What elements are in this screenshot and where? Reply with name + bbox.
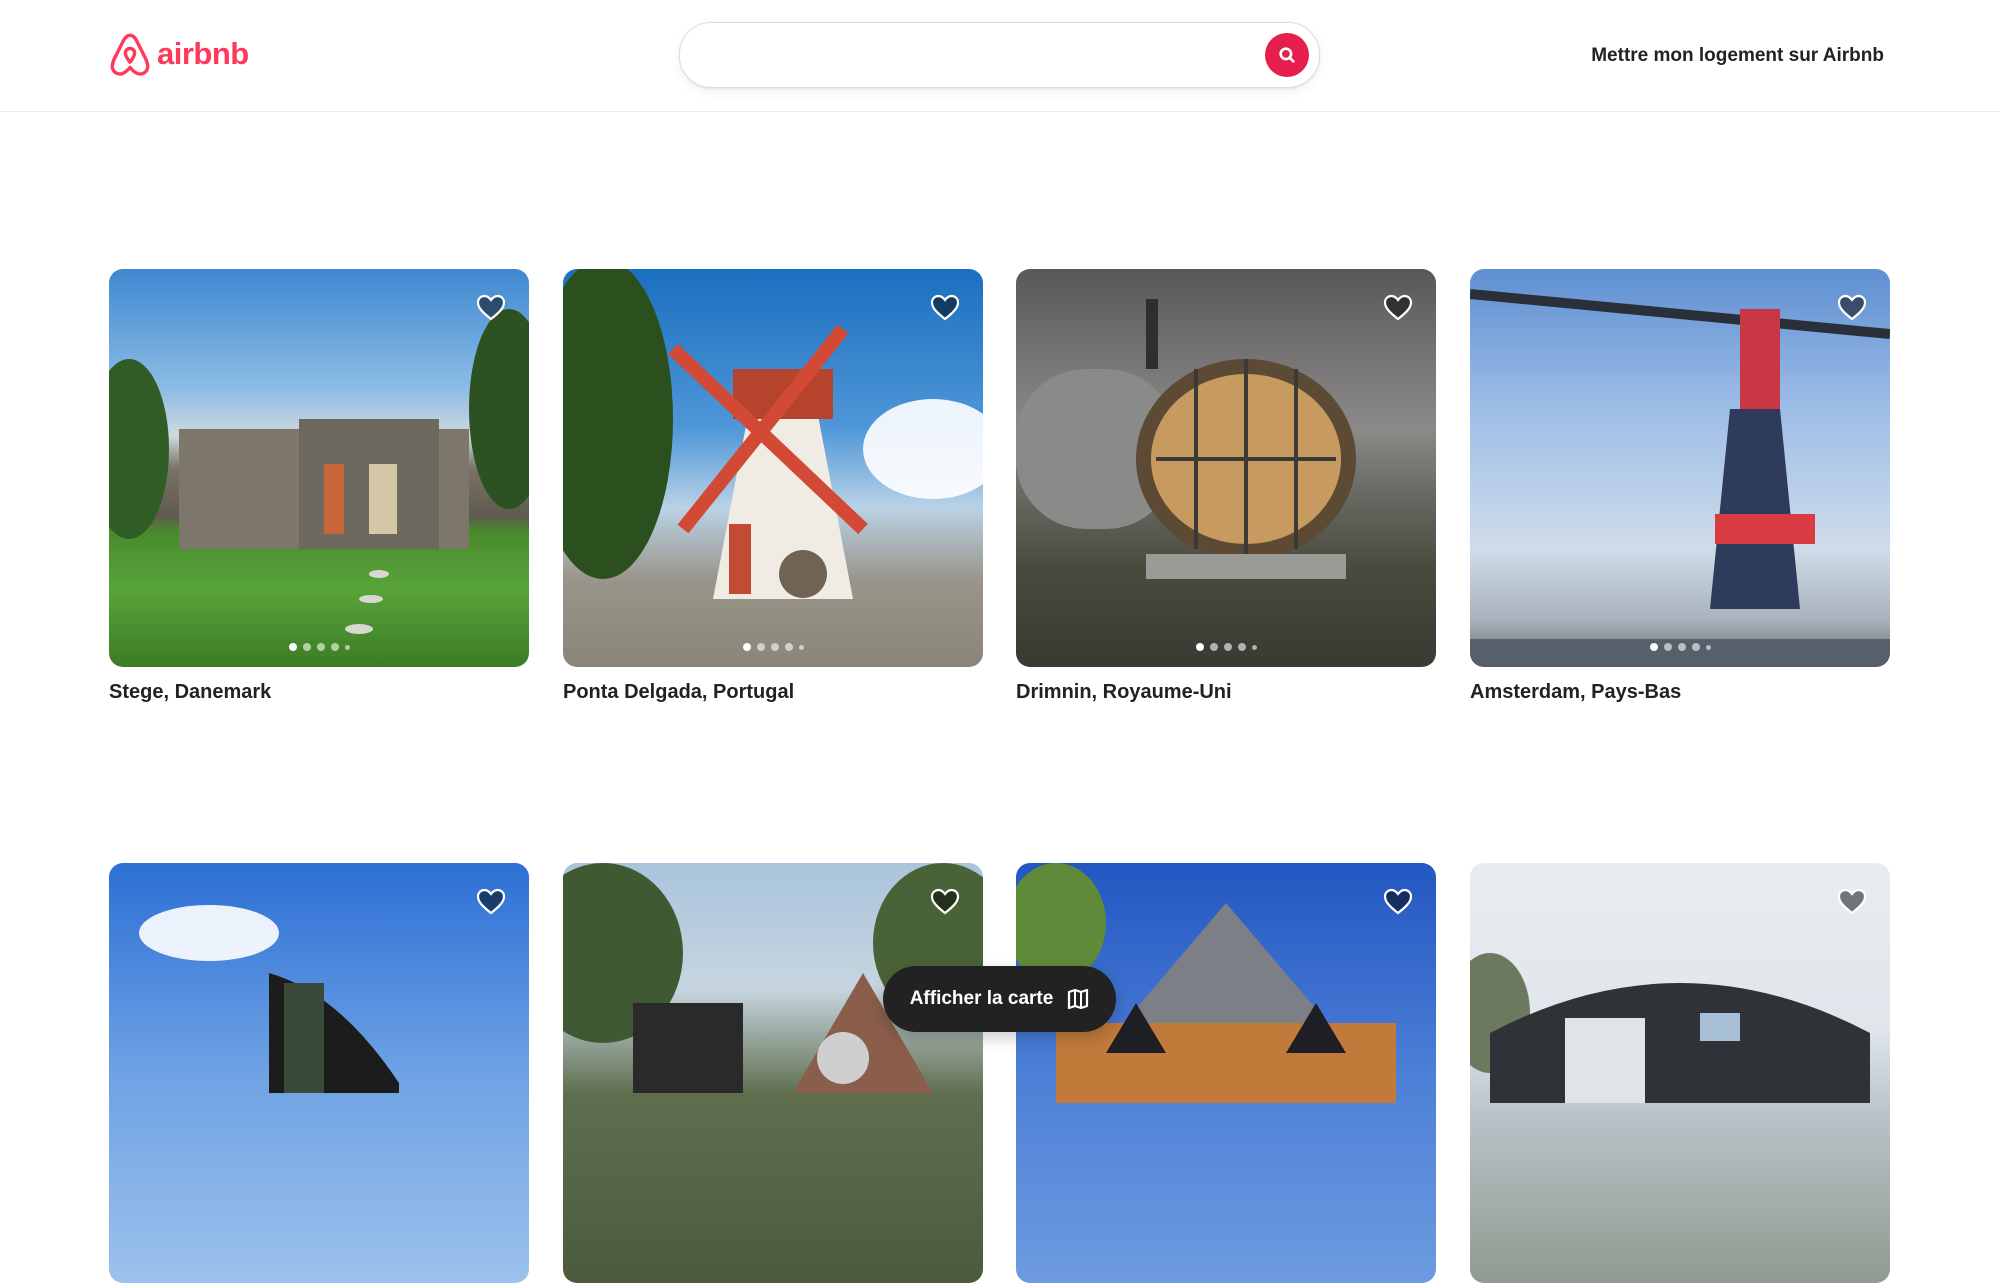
listing-card[interactable] xyxy=(563,863,983,1283)
listing-card[interactable] xyxy=(1016,863,1436,1283)
listing-location: Drimnin, Royaume-Uni xyxy=(1016,681,1232,703)
listing-card[interactable]: Amsterdam, Pays-Bas xyxy=(1470,269,1890,703)
heart-icon[interactable] xyxy=(1836,885,1868,917)
heart-icon[interactable] xyxy=(475,291,507,323)
heart-icon[interactable] xyxy=(929,291,961,323)
airbnb-logo-icon xyxy=(110,33,150,76)
airbnb-logo[interactable]: airbnb xyxy=(109,32,249,78)
airbnb-wordmark: airbnb xyxy=(157,36,249,71)
host-link[interactable]: Mettre mon logement sur Airbnb xyxy=(1591,45,1884,67)
glass-pod-photo[interactable] xyxy=(1016,269,1436,667)
photo-pagination xyxy=(563,643,983,651)
harbour-crane-photo[interactable] xyxy=(1470,269,1890,667)
listing-location: Ponta Delgada, Portugal xyxy=(563,681,795,703)
wooden-cabin-garden-photo[interactable] xyxy=(109,269,529,667)
show-map-label: Afficher la carte xyxy=(909,988,1054,1009)
arched-pod-photo[interactable] xyxy=(1470,863,1890,1283)
photo-pagination xyxy=(1016,643,1436,651)
map-icon xyxy=(1068,988,1089,1010)
photo-pagination xyxy=(1470,643,1890,651)
listing-card[interactable]: Ponta Delgada, Portugal xyxy=(563,269,983,703)
wooden-dome-photo[interactable] xyxy=(1016,863,1436,1283)
heart-icon[interactable] xyxy=(1836,291,1868,323)
listing-card[interactable]: Drimnin, Royaume-Uni xyxy=(1016,269,1436,703)
listing-card[interactable] xyxy=(109,863,529,1283)
heart-icon[interactable] xyxy=(929,885,961,917)
heart-icon[interactable] xyxy=(1382,291,1414,323)
search-bar[interactable] xyxy=(679,22,1320,88)
top-header: airbnb Mettre mon logement sur Airbnb xyxy=(0,0,2000,112)
heart-icon[interactable] xyxy=(475,885,507,917)
show-map-button[interactable]: Afficher la carte xyxy=(883,966,1116,1032)
listing-location: Stege, Danemark xyxy=(109,681,272,703)
listing-card[interactable] xyxy=(1470,863,1890,1283)
listing-location: Amsterdam, Pays-Bas xyxy=(1470,681,1682,703)
photo-pagination xyxy=(109,643,529,651)
listing-card[interactable]: Stege, Danemark xyxy=(109,269,529,703)
garden-huts-photo[interactable] xyxy=(563,863,983,1283)
heart-icon[interactable] xyxy=(1382,885,1414,917)
black-modern-cabin-photo[interactable] xyxy=(109,863,529,1283)
search-icon xyxy=(1279,47,1295,63)
search-button[interactable] xyxy=(1265,33,1309,77)
windmill-house-photo[interactable] xyxy=(563,269,983,667)
